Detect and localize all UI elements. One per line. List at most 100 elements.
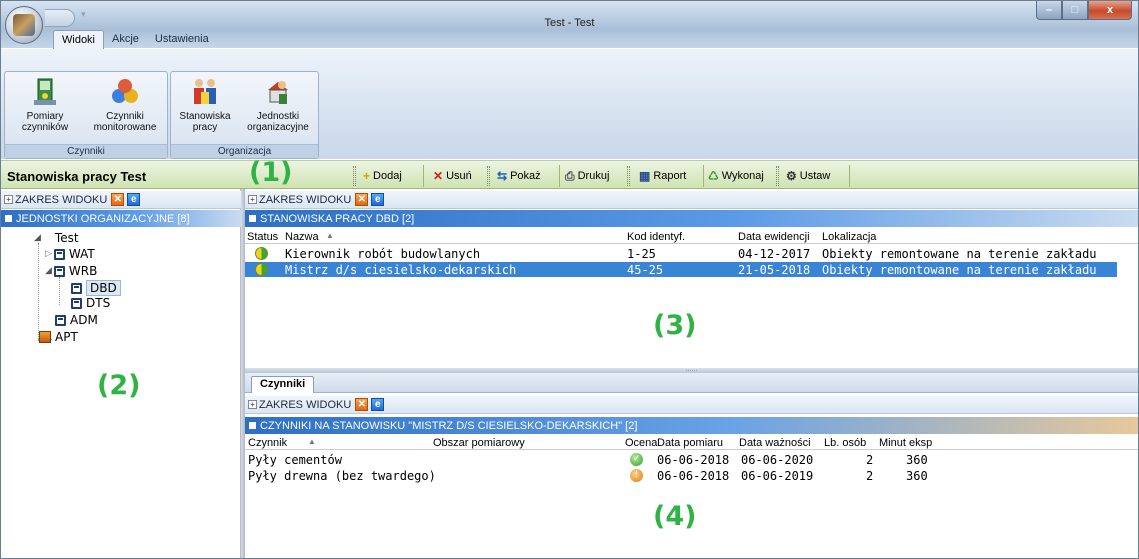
czynniki-monitorowane-button[interactable]: Czynniki monitorowane <box>85 76 165 133</box>
tab-akcje[interactable]: Akcje <box>104 30 147 49</box>
col-data-ewidencji[interactable]: Data ewidencji <box>738 231 810 243</box>
col-kod[interactable]: Kod identyf. <box>627 231 685 243</box>
cell-data-pomiaru: 06-06-2018 <box>657 453 730 467</box>
cell-nazwa: Mistrz d/s ciesielsko-dekarskich <box>285 263 517 277</box>
col-lb-osob[interactable]: Lb. osób <box>824 437 866 449</box>
show-label: Pokaż <box>510 170 541 182</box>
pomiary-czynnikow-button[interactable]: Pomiary czynników <box>7 76 83 133</box>
section-title: JEDNOSTKI ORGANIZACYJNE [8] <box>16 212 190 225</box>
section-marker-icon <box>249 215 256 222</box>
tree-label-selected: DBD <box>86 280 121 296</box>
print-button[interactable]: ⎙ Drukuj <box>565 167 609 185</box>
tree-node-dts[interactable]: DTS <box>71 296 110 310</box>
col-lokalizacja[interactable]: Lokalizacja <box>822 231 876 243</box>
cell-data: 21-05-2018 <box>738 263 811 277</box>
maximize-button[interactable]: □ <box>1062 1 1088 20</box>
sort-asc-icon: ▲ <box>308 437 316 446</box>
tree-node-apt[interactable]: APT <box>39 330 78 344</box>
zakres-label: ZAKRES WIDOKU <box>15 193 108 206</box>
cell-lb-osob: 2 <box>866 453 874 467</box>
print-label: Drukuj <box>577 170 610 182</box>
org-units-icon <box>268 81 288 104</box>
report-button[interactable]: ▦ Raport <box>639 167 686 185</box>
edit-filter-icon[interactable]: e <box>371 398 385 411</box>
tree-label: APT <box>55 330 78 344</box>
org-units-header: JEDNOSTKI ORGANIZACYJNE [8] <box>1 210 241 227</box>
col-minut[interactable]: Minut eksp <box>879 437 932 449</box>
expand-icon[interactable]: + <box>248 400 257 409</box>
remove-button[interactable]: ✕ Usuń <box>433 167 472 185</box>
sort-asc-icon: ▲ <box>326 231 334 240</box>
jednostki-organizacyjne-button[interactable]: Jednostki organizacyjne <box>239 76 317 133</box>
tab-widoki[interactable]: Widoki <box>53 30 105 49</box>
report-icon: ▦ <box>639 169 651 183</box>
divider <box>423 165 424 187</box>
expand-icon[interactable]: + <box>248 195 257 204</box>
ribbon: Pomiary czynników Czynniki monitorowane … <box>1 49 1138 159</box>
tab-czynniki[interactable]: Czynniki <box>251 376 315 393</box>
settings-button[interactable]: ⚙ Ustaw <box>786 167 830 185</box>
status-partial-icon <box>255 247 268 260</box>
add-button[interactable]: + Dodaj <box>363 167 402 185</box>
report-label: Raport <box>653 170 687 182</box>
ribbon-group-organizacja: Stanowiska pracy Jednostki organizacyjne… <box>170 71 319 159</box>
col-status[interactable]: Status <box>247 231 278 243</box>
toolbar-grip[interactable] <box>487 166 490 186</box>
zakres-widoku-bar-lower[interactable]: + ZAKRES WIDOKU ✕ e <box>245 396 1138 414</box>
section-title: CZYNNIKI NA STANOWISKU "MISTRZ D/S CIESI… <box>260 419 638 432</box>
toolbar-grip[interactable] <box>627 166 630 186</box>
tree-label: WRB <box>68 264 98 278</box>
tree-node-wat[interactable]: ▷ WAT <box>45 247 95 261</box>
toolbar-grip[interactable] <box>776 166 779 186</box>
workstations-grid-header: Status Nazwa ▲ Kod identyf. Data ewidenc… <box>245 230 1138 244</box>
edit-filter-icon[interactable]: e <box>371 193 385 206</box>
table-row[interactable]: Pyły cementów ✓ 06-06-2018 06-06-2020 2 … <box>245 452 935 467</box>
zakres-widoku-bar-upper[interactable]: + ZAKRES WIDOKU ✕ e <box>245 191 1138 209</box>
divider <box>849 165 850 187</box>
ribbon-group-label: Czynniki <box>5 144 167 158</box>
tree-node-adm[interactable]: ADM <box>55 313 98 327</box>
printer-icon: ⎙ <box>565 168 575 183</box>
delete-icon: ✕ <box>433 169 444 183</box>
annotation-4: (4) <box>653 501 697 532</box>
close-button[interactable]: x <box>1088 1 1132 20</box>
title-bar: ▾ Test - Test – □ x Widoki Akcje Ustawie… <box>1 1 1138 50</box>
execute-button[interactable]: ♺ Wykonaj <box>708 167 764 185</box>
table-row[interactable]: Pyły drewna (bez twardego) ! 06-06-2018 … <box>245 468 935 483</box>
clear-filter-icon[interactable]: ✕ <box>355 398 369 411</box>
ribbon-tabs: Widoki Akcje Ustawienia <box>53 30 217 50</box>
show-button[interactable]: ⇆ Pokaż <box>497 167 541 185</box>
clear-filter-icon[interactable]: ✕ <box>355 193 369 206</box>
col-nazwa[interactable]: Nazwa <box>285 231 319 243</box>
table-row-selected[interactable]: Mistrz d/s ciesielsko-dekarskich 45-25 2… <box>245 262 1117 277</box>
left-pane: + ZAKRES WIDOKU ✕ e JEDNOSTKI ORGANIZACY… <box>1 189 241 558</box>
ok-check-icon: ✓ <box>630 453 643 466</box>
col-czynnik[interactable]: Czynnik <box>248 437 287 449</box>
expand-icon[interactable]: + <box>4 195 13 204</box>
tree-node-wrb[interactable]: ◢ WRB <box>45 264 97 278</box>
zakres-widoku-bar[interactable]: + ZAKRES WIDOKU ✕ e <box>1 191 241 209</box>
col-data-waznosci[interactable]: Data ważności <box>739 437 811 449</box>
minimize-button[interactable]: – <box>1036 1 1062 20</box>
execute-label: Wykonaj <box>721 170 764 182</box>
cell-czynnik: Pyły drewna (bez twardego) <box>248 469 436 483</box>
stanowiska-pracy-button[interactable]: Stanowiska pracy <box>173 76 237 133</box>
execute-icon: ♺ <box>708 169 719 183</box>
col-obszar[interactable]: Obszar pomiarowy <box>433 437 525 449</box>
tab-ustawienia[interactable]: Ustawienia <box>147 30 217 49</box>
tree-node-test[interactable]: ◢ Test <box>34 231 79 245</box>
clear-filter-icon[interactable]: ✕ <box>111 193 125 206</box>
collapse-arrow-icon[interactable]: ◢ <box>45 266 52 276</box>
table-row[interactable]: Kierownik robót budowlanych 1-25 04-12-2… <box>245 246 1117 261</box>
col-ocena[interactable]: Ocena <box>625 437 657 449</box>
expand-arrow-icon[interactable]: ▷ <box>45 249 52 259</box>
toolbar-grip[interactable] <box>353 166 356 186</box>
cell-kod: 1-25 <box>627 247 656 261</box>
measurements-icon <box>34 78 56 105</box>
col-data-pomiaru[interactable]: Data pomiaru <box>657 437 723 449</box>
annotation-1: (1) <box>249 157 293 188</box>
collapse-arrow-icon[interactable]: ◢ <box>34 233 41 243</box>
edit-filter-icon[interactable]: e <box>127 193 141 206</box>
cell-lb-osob: 2 <box>866 469 874 483</box>
tree-node-dbd[interactable]: DBD <box>71 280 121 296</box>
